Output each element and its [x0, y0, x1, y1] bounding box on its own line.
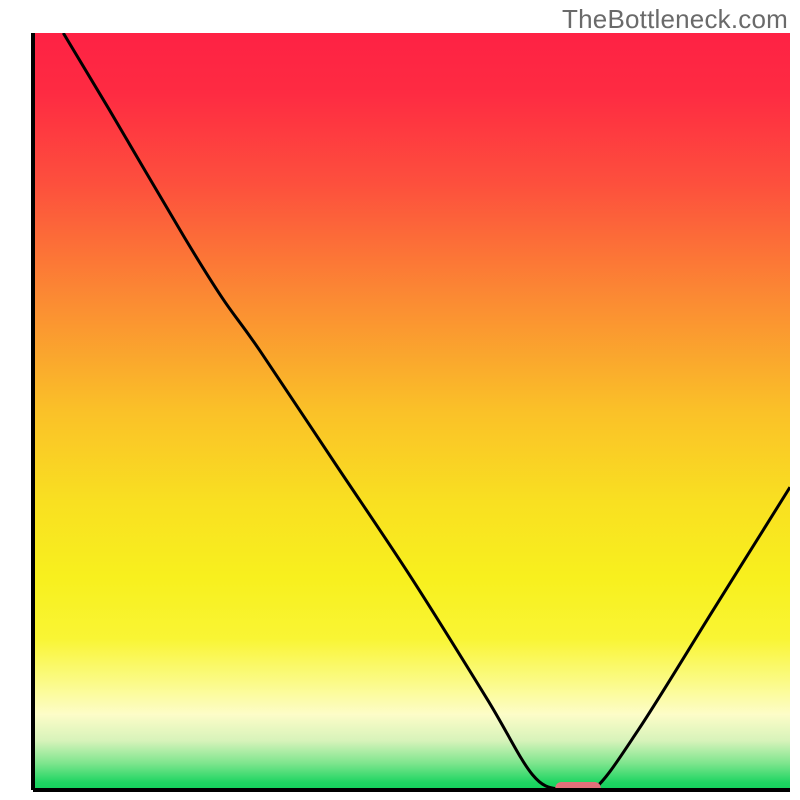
chart-container: TheBottleneck.com [0, 0, 800, 800]
gradient-background [33, 33, 790, 790]
watermark-text: TheBottleneck.com [562, 4, 788, 35]
bottleneck-chart [0, 0, 800, 800]
